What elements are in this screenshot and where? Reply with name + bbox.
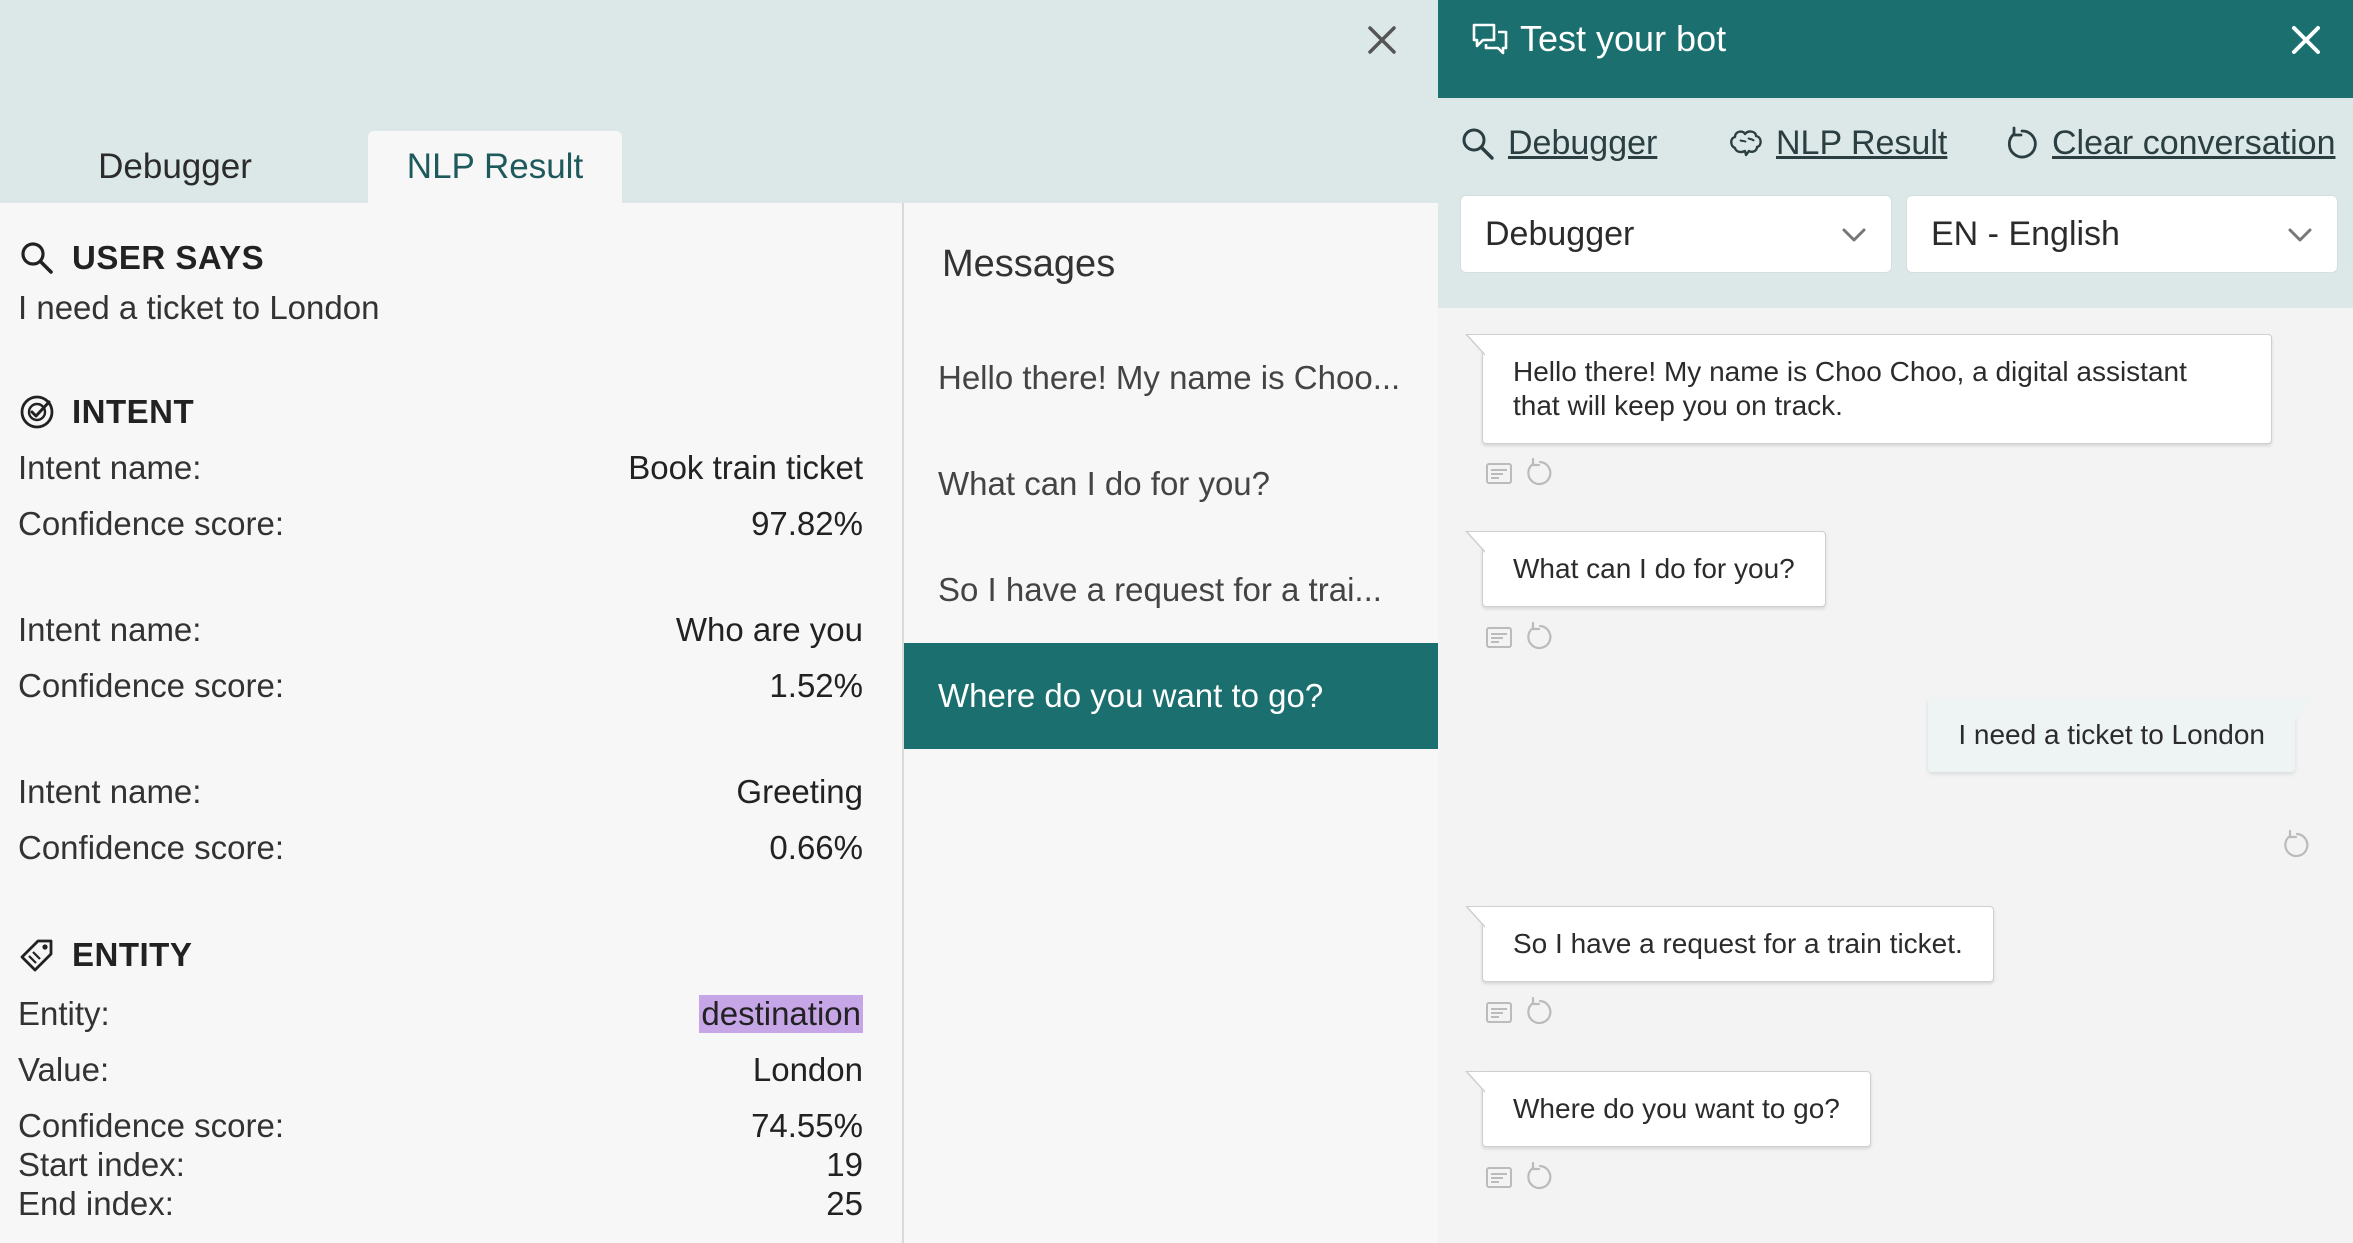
confidence-score-label: Confidence score:	[18, 1107, 284, 1144]
retry-icon[interactable]	[1524, 622, 1554, 652]
refresh-icon	[2007, 126, 2037, 158]
retry-icon[interactable]	[1524, 997, 1554, 1027]
chevron-down-icon	[1842, 228, 1866, 242]
bot-message: Hello there! My name is Choo Choo, a dig…	[1465, 334, 2272, 444]
debugger-link[interactable]: Debugger	[1460, 124, 1657, 163]
start-index-row: Start index: 19	[18, 1146, 863, 1184]
intent-check-icon	[18, 393, 56, 431]
message-actions	[1484, 1162, 1554, 1192]
end-index-value: 25	[826, 1185, 863, 1222]
tab-nlp-result[interactable]: NLP Result	[368, 131, 622, 203]
start-index-label: Start index:	[18, 1146, 185, 1183]
test-bot-header: Test your bot	[1438, 0, 2353, 98]
entity-label: Entity:	[18, 995, 110, 1032]
debug-panel: Debugger NLP Result USER SAYS I need a t…	[0, 0, 1438, 1243]
debug-panel-header: Debugger NLP Result	[0, 0, 1438, 203]
language-select-value: EN - English	[1931, 214, 2120, 253]
intent-score-row: Confidence score: 97.82%	[18, 505, 863, 543]
confidence-score-value: 74.55%	[751, 1107, 863, 1144]
intent-name-label: Intent name:	[18, 773, 202, 810]
entity-heading-text: ENTITY	[72, 936, 193, 973]
mode-select-value: Debugger	[1485, 214, 1635, 253]
value-label: Value:	[18, 1051, 110, 1088]
end-index-label: End index:	[18, 1185, 174, 1222]
bot-message: What can I do for you?	[1465, 531, 1826, 607]
card-icon[interactable]	[1484, 997, 1514, 1027]
intent-score-row: Confidence score: 0.66%	[18, 829, 863, 867]
intent-name-value: Who are you	[675, 611, 863, 648]
confidence-score-label: Confidence score:	[18, 505, 284, 542]
entity-value-row: Value: London	[18, 1051, 863, 1089]
intent-heading: INTENT	[18, 393, 194, 431]
intent-name-row: Intent name: Greeting	[18, 773, 863, 811]
message-item-active[interactable]: Where do you want to go?	[904, 643, 1438, 749]
test-bot-panel: Test your bot Debugger NLP Result Clear …	[1438, 0, 2353, 1243]
card-icon[interactable]	[1484, 458, 1514, 488]
user-says-heading-text: USER SAYS	[72, 239, 265, 276]
panel-title: Test your bot	[1520, 18, 1727, 59]
intent-name-value: Book train ticket	[628, 449, 863, 486]
chat-bubbles-icon	[1472, 23, 1508, 55]
intent-name-label: Intent name:	[18, 449, 202, 486]
search-icon	[1462, 128, 1494, 160]
value-value: London	[752, 1051, 863, 1088]
retry-icon[interactable]	[2281, 830, 2311, 860]
retry-icon[interactable]	[1524, 458, 1554, 488]
message-item[interactable]: So I have a request for a trai...	[904, 537, 1438, 643]
chat-area: Hello there! My name is Choo Choo, a dig…	[1438, 308, 2353, 1243]
confidence-score-value: 97.82%	[751, 505, 863, 542]
search-icon	[18, 239, 56, 277]
close-icon[interactable]	[2286, 20, 2326, 60]
nlp-result-section: USER SAYS I need a ticket to London INTE…	[0, 203, 902, 1243]
messages-list: Messages Hello there! My name is Choo...…	[904, 203, 1438, 1243]
entity-value-highlight: destination	[699, 995, 863, 1033]
card-icon[interactable]	[1484, 622, 1514, 652]
intent-name-value: Greeting	[736, 773, 863, 810]
entity-row: Entity: destination	[18, 995, 863, 1033]
message-actions	[2281, 830, 2311, 860]
tag-icon	[18, 936, 56, 974]
start-index-value: 19	[826, 1146, 863, 1183]
intent-name-label: Intent name:	[18, 611, 202, 648]
nlp-result-link-label[interactable]: NLP Result	[1776, 124, 1947, 163]
message-item[interactable]: Hello there! My name is Choo...	[904, 325, 1438, 431]
bot-message: Where do you want to go?	[1465, 1071, 1871, 1147]
confidence-score-value: 1.52%	[769, 667, 863, 704]
confidence-score-label: Confidence score:	[18, 829, 284, 866]
confidence-score-value: 0.66%	[769, 829, 863, 866]
end-index-row: End index: 25	[18, 1185, 863, 1223]
message-actions	[1484, 458, 1554, 488]
nlp-result-link[interactable]: NLP Result	[1728, 124, 1947, 163]
card-icon[interactable]	[1484, 1162, 1514, 1192]
intent-heading-text: INTENT	[72, 393, 195, 430]
entity-heading: ENTITY	[18, 936, 192, 974]
intent-score-row: Confidence score: 1.52%	[18, 667, 863, 705]
intent-name-row: Intent name: Book train ticket	[18, 449, 863, 487]
message-actions	[1484, 622, 1554, 652]
bot-message: So I have a request for a train ticket.	[1465, 906, 1994, 982]
message-actions	[1484, 997, 1554, 1027]
language-select[interactable]: EN - English	[1906, 195, 2338, 273]
entity-score-row: Confidence score: 74.55%	[18, 1107, 863, 1145]
user-says-text: I need a ticket to London	[18, 289, 380, 326]
clear-conversation-link[interactable]: Clear conversation	[2004, 124, 2335, 163]
chevron-down-icon	[2288, 228, 2312, 242]
user-says-heading: USER SAYS	[18, 239, 264, 277]
tab-debugger[interactable]: Debugger	[40, 131, 310, 203]
test-bot-toolbar: Debugger NLP Result Clear conversation D…	[1438, 98, 2353, 308]
user-says-text-row: I need a ticket to London	[18, 289, 863, 327]
close-icon[interactable]	[1362, 20, 1402, 60]
brain-icon	[1730, 129, 1762, 156]
message-item[interactable]: What can I do for you?	[904, 431, 1438, 537]
messages-title: Messages	[942, 243, 1116, 285]
mode-select[interactable]: Debugger	[1460, 195, 1892, 273]
debugger-link-label[interactable]: Debugger	[1508, 124, 1657, 163]
user-message: I need a ticket to London	[1928, 698, 2315, 772]
clear-conversation-link-label[interactable]: Clear conversation	[2052, 124, 2335, 163]
retry-icon[interactable]	[1524, 1162, 1554, 1192]
intent-name-row: Intent name: Who are you	[18, 611, 863, 649]
confidence-score-label: Confidence score:	[18, 667, 284, 704]
